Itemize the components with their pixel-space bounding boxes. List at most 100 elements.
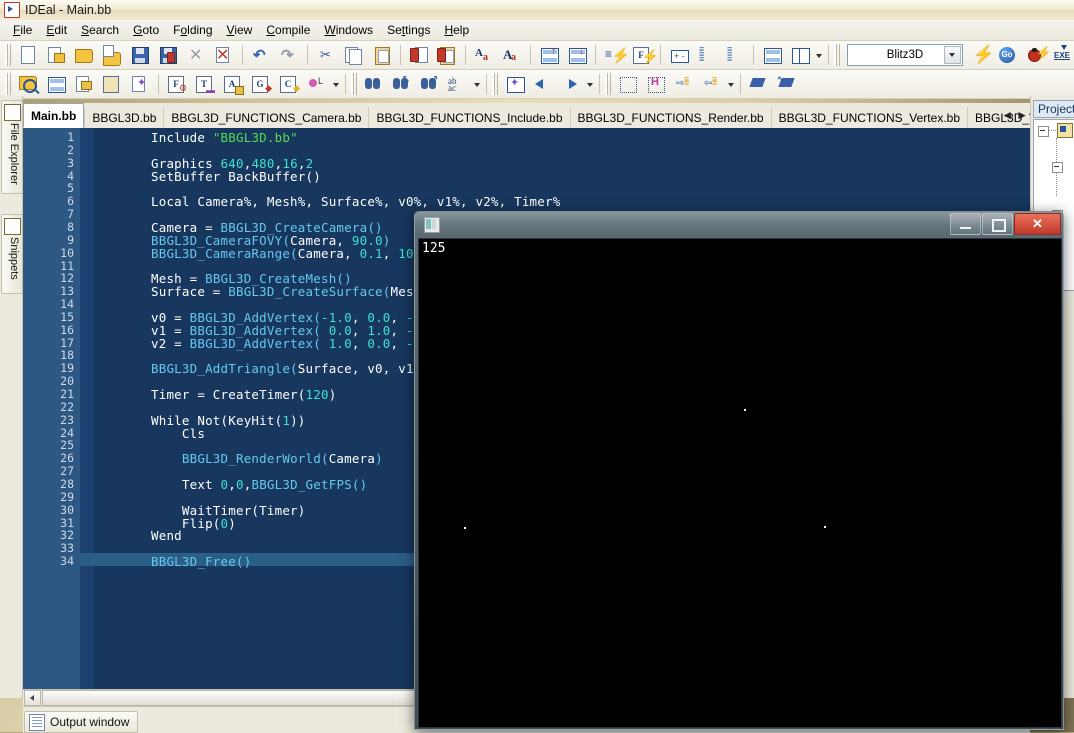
function-icon[interactable]: F⚙ [164,71,190,97]
navigate-back-icon[interactable] [530,71,556,97]
cut-icon[interactable]: ✂ [313,42,339,68]
array-icon[interactable]: A [220,71,246,97]
find-previous-icon[interactable]: ↖ [389,71,415,97]
indent-icon[interactable]: ⇨≡≡ [671,71,697,97]
tab-output-window[interactable]: Output window [24,711,138,733]
magic-icon[interactable]: ✦ [502,71,528,97]
select-block-icon[interactable] [615,71,641,97]
code-line[interactable]: BBGL3D_RenderWorld(Camera) [151,451,383,466]
maximize-icon[interactable] [982,213,1013,235]
split-dropdown-icon[interactable] [814,43,824,67]
runtime-title-bar[interactable]: ✕ [415,212,1063,238]
undo-icon[interactable]: ↶ [248,42,274,68]
lowercase-icon[interactable]: Aa [499,42,525,68]
tree-expander[interactable] [1038,126,1049,137]
editor-tab-functions-include[interactable]: BBGL3D_FUNCTIONS_Include.bb [368,107,569,128]
go-icon[interactable]: Go [994,42,1020,68]
save-all-icon[interactable] [155,42,181,68]
build-exe-icon[interactable]: EXE [1050,42,1074,68]
menu-item-windows[interactable]: Windows [317,21,380,39]
find-icon[interactable] [361,71,387,97]
code-line[interactable]: BBGL3D_AddTriangle(Surface, v0, v1, v2) [151,361,452,376]
label-icon[interactable]: L [304,71,330,97]
indent-down-icon[interactable]: ↓ [564,42,590,68]
tab-scroll-right-icon[interactable]: ► [1016,108,1028,122]
editor-tab-functions-camera[interactable]: BBGL3D_FUNCTIONS_Camera.bb [163,107,368,128]
menu-item-view[interactable]: View [220,21,260,39]
navigate-dropdown-icon[interactable] [585,72,595,96]
open-folder-icon[interactable] [71,42,97,68]
run-script-icon[interactable]: ≡⚡ [601,42,627,68]
language-select[interactable]: Blitz3D [847,44,963,66]
save-icon[interactable] [127,42,153,68]
highlight-icon[interactable]: H [643,71,669,97]
render-canvas[interactable]: 125 [418,238,1062,728]
find-next-icon[interactable]: ↗ [417,71,443,97]
editor-tab-functions-vertex[interactable]: BBGL3D_FUNCTIONS_Vertex.bb [771,107,967,128]
constant-icon[interactable]: C◆ [276,71,302,97]
code-line[interactable]: Include "BBGL3D.bb" [151,130,298,145]
wizard-icon[interactable]: ✦ [127,71,153,97]
close-icon[interactable]: ✕ [1014,213,1061,235]
split-horizontal-icon[interactable] [759,42,785,68]
indent-dropdown-icon[interactable] [726,72,736,96]
designer-icon[interactable] [71,71,97,97]
split-vertical-icon[interactable] [787,42,813,68]
menu-item-file[interactable]: File [6,21,39,39]
toolbar-grip[interactable] [834,44,840,66]
find-dropdown-icon[interactable] [472,72,482,96]
runtime-window[interactable]: ✕ 125 [414,211,1064,730]
chevron-down-icon[interactable] [944,46,961,64]
editor-tab-main[interactable]: Main.bb [23,103,84,128]
unfold-all-icon[interactable]: ≡≡≡ [722,42,748,68]
notes-icon[interactable] [43,71,69,97]
scroll-left-icon[interactable] [24,690,41,706]
menu-item-help[interactable]: Help [437,21,476,39]
project-file-icon[interactable] [1057,123,1073,138]
toolbar-grip[interactable] [5,73,11,95]
code-line[interactable]: Timer = CreateTimer(120) [151,387,336,402]
bookmark-add-icon[interactable] [746,71,772,97]
toolbar-grip[interactable] [5,44,11,66]
tab-scroll-left-icon[interactable]: ◄ [1001,108,1013,122]
new-project-icon[interactable] [43,42,69,68]
menu-item-goto[interactable]: Goto [126,21,166,39]
menu-item-folding[interactable]: Folding [166,21,219,39]
preview-icon[interactable] [15,71,41,97]
copy-icon[interactable] [341,42,367,68]
editor-tab-bbgl3d[interactable]: BBGL3D.bb [84,107,163,128]
debug-bug-icon[interactable]: ⚡ [1022,42,1048,68]
bookmark-next-icon[interactable]: ↖ [774,71,800,97]
sidebar-item-file-explorer[interactable]: File Explorer [1,100,23,194]
indent-up-icon[interactable]: ↑ [536,42,562,68]
uppercase-icon[interactable]: Aa [471,42,497,68]
lock-page-icon[interactable] [406,42,432,68]
code-line[interactable]: Text 0,0,BBGL3D_GetFPS() [151,477,367,492]
code-line[interactable]: v2 = BBGL3D_AddVertex( 1.0, 0.0, -3.0) [151,336,445,351]
minimize-icon[interactable] [950,213,981,235]
code-line[interactable]: SetBuffer BackBuffer() [151,169,321,184]
compile-form-icon[interactable]: F⚡ [629,42,655,68]
open-project-icon[interactable] [99,42,125,68]
toolbar-grip[interactable] [492,73,498,95]
lock-all-icon[interactable] [434,42,460,68]
code-line[interactable]: Local Camera%, Mesh%, Surface%, v0%, v1%… [151,194,560,209]
outdent-icon[interactable]: ⇦≡≡ [699,71,725,97]
navigate-forward-icon[interactable] [558,71,584,97]
sidebar-item-snippets[interactable]: Snippets [1,214,23,294]
global-icon[interactable]: G◆ [248,71,274,97]
menu-item-edit[interactable]: Edit [39,21,74,39]
new-file-icon[interactable] [15,42,41,68]
members-dropdown-icon[interactable] [331,72,341,96]
menu-item-compile[interactable]: Compile [259,21,317,39]
redo-icon[interactable]: ↷ [276,42,302,68]
history-icon[interactable] [99,71,125,97]
toolbar-grip[interactable] [605,73,611,95]
editor-tab-functions-render[interactable]: BBGL3D_FUNCTIONS_Render.bb [570,107,771,128]
toolbar-grip[interactable] [351,73,357,95]
close-file-icon[interactable]: ✕ [183,42,209,68]
toggle-fold-icon[interactable]: + - [666,42,692,68]
menu-item-search[interactable]: Search [74,21,126,39]
menu-item-settings[interactable]: Settings [380,21,437,39]
tree-expander[interactable] [1052,162,1063,173]
